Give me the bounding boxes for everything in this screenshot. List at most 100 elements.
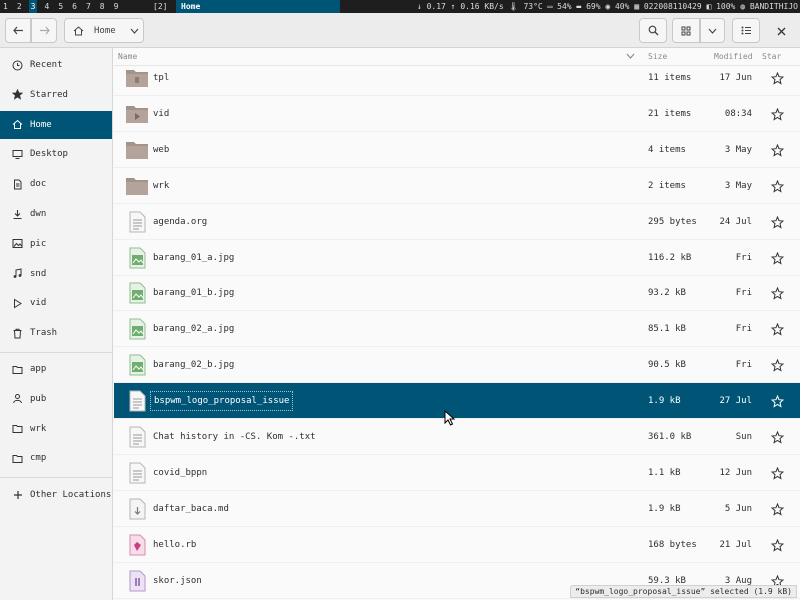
file-size: 2 items <box>648 180 686 191</box>
workspace-7[interactable]: 7 <box>84 0 93 13</box>
sidebar-item-label: Recent <box>30 60 63 70</box>
sidebar-bookmark-pub[interactable]: pub <box>0 385 112 413</box>
workspace-6[interactable]: 6 <box>70 0 79 13</box>
sidebar-item-home[interactable]: Home <box>0 110 112 139</box>
star-toggle-icon[interactable] <box>770 502 785 516</box>
file-modified: 27 Jul <box>719 396 752 407</box>
forward-button[interactable] <box>31 18 57 43</box>
text-file-icon <box>125 461 149 485</box>
file-modified: 21 Jul <box>719 539 752 550</box>
trash-icon <box>12 328 23 339</box>
sidebar-item-recent[interactable]: Recent <box>0 51 112 79</box>
sidebar-item-label: snd <box>30 268 47 279</box>
file-row[interactable]: bspwm_logo_proposal_issue 1.9 kB 27 Jul <box>114 383 800 420</box>
sidebar-item-label: dwn <box>30 209 47 219</box>
chevron-down-icon <box>708 28 717 34</box>
workspace-9[interactable]: 9 <box>112 0 121 13</box>
file-size: 90.5 kB <box>648 360 686 371</box>
file-name: tpl <box>153 73 170 83</box>
file-name: barang_01_b.jpg <box>153 288 235 299</box>
file-size: 4 items <box>648 144 686 155</box>
location-breadcrumb[interactable]: Home <box>64 18 144 43</box>
file-row[interactable]: barang_02_b.jpg 90.5 kB Fri <box>114 347 800 384</box>
file-row[interactable]: barang_02_a.jpg 85.1 kB Fri <box>114 311 800 348</box>
file-row[interactable]: barang_01_b.jpg 93.2 kB Fri <box>114 275 800 312</box>
file-name: Chat history in -CS. Kom -.txt <box>153 432 316 442</box>
grid-icon <box>681 26 691 35</box>
star-toggle-icon[interactable] <box>770 538 785 552</box>
sidebar-item-dwn[interactable]: dwn <box>0 200 112 228</box>
file-row[interactable]: hello.rb 168 bytes 21 Jul <box>114 527 800 563</box>
star-toggle-icon[interactable] <box>770 179 785 193</box>
star-toggle-icon[interactable] <box>770 430 785 444</box>
workspace-5[interactable]: 5 <box>56 0 65 13</box>
star-toggle-icon[interactable] <box>770 71 785 85</box>
file-row[interactable]: daftar_baca.md 1.9 kB 5 Jun <box>114 491 800 527</box>
file-modified: 08:34 <box>724 108 752 119</box>
star-toggle-icon[interactable] <box>770 322 785 336</box>
sidebar-item-doc[interactable]: doc <box>0 170 112 198</box>
star-toggle-icon[interactable] <box>770 107 785 121</box>
search-button[interactable] <box>639 18 667 43</box>
star-toggle-icon[interactable] <box>770 251 785 265</box>
file-row[interactable]: wrk 2 items 3 May <box>114 168 800 204</box>
star-toggle-icon[interactable] <box>770 466 785 480</box>
file-size: 21 items <box>648 108 692 119</box>
file-name: web <box>153 144 170 155</box>
file-modified: 3 May <box>724 144 752 155</box>
sidebar-item-label: Other Locations <box>30 490 112 500</box>
file-name: covid_bppn <box>153 467 208 478</box>
sidebar-item-vid[interactable]: vid <box>0 289 112 317</box>
star-toggle-icon[interactable] <box>770 358 785 372</box>
star-toggle-icon[interactable] <box>770 394 785 408</box>
file-row[interactable]: vid 21 items 08:34 <box>114 96 800 132</box>
ruby-file-icon <box>125 533 149 557</box>
window-title: Home <box>176 0 340 13</box>
view-grid-button[interactable] <box>672 18 700 43</box>
sidebar-item-label: wrk <box>30 423 47 434</box>
layout-indicator: [2] <box>153 2 168 11</box>
star-toggle-icon[interactable] <box>770 287 785 301</box>
file-row[interactable]: web 4 items 3 May <box>114 132 800 168</box>
file-modified: Fri <box>735 288 752 299</box>
workspace-3[interactable]: 3 <box>28 0 38 13</box>
sidebar-item-other-locations[interactable]: Other Locations <box>0 481 112 509</box>
menu-button[interactable] <box>732 18 760 43</box>
star-toggle-icon[interactable] <box>770 143 785 157</box>
sidebar-item-starred[interactable]: Starred <box>0 81 112 109</box>
sidebar-divider <box>0 352 112 353</box>
file-row[interactable]: tpl 11 items 17 Jun <box>114 60 800 96</box>
workspace-4[interactable]: 4 <box>42 0 51 13</box>
folder-icon <box>125 138 149 162</box>
file-row[interactable]: barang_01_a.jpg 116.2 kB Fri <box>114 240 800 276</box>
sidebar-bookmark-wrk[interactable]: wrk <box>0 415 112 443</box>
music-icon <box>12 268 23 279</box>
file-name: skor.json <box>153 575 202 586</box>
text-file-icon <box>125 210 149 234</box>
workspace-2[interactable]: 2 <box>15 0 24 13</box>
view-options-button[interactable] <box>700 18 725 43</box>
text-file-icon <box>125 389 149 413</box>
folder-video-icon <box>125 102 149 126</box>
sidebar-bookmark-app[interactable]: app <box>0 355 112 383</box>
close-button[interactable] <box>773 23 789 39</box>
sidebar-item-pic[interactable]: pic <box>0 230 112 258</box>
sidebar-item-desktop[interactable]: Desktop <box>0 140 112 168</box>
file-row[interactable]: Chat history in -CS. Kom -.txt 361.0 kB Su… <box>114 419 800 455</box>
sidebar-item-trash[interactable]: Trash <box>0 319 112 347</box>
sidebar: Recent Starred Home Desktop doc dwn pic snd vid T… <box>0 48 113 600</box>
back-button[interactable] <box>5 18 31 43</box>
file-row[interactable]: covid_bppn 1.1 kB 12 Jun <box>114 455 800 491</box>
sort-chevron-icon <box>626 53 635 59</box>
image-file-icon <box>125 281 149 305</box>
star-toggle-icon[interactable] <box>770 215 785 229</box>
file-size: 116.2 kB <box>648 252 692 263</box>
sidebar-item-snd[interactable]: snd <box>0 260 112 288</box>
sidebar-item-label: doc <box>30 179 47 190</box>
workspace-8[interactable]: 8 <box>98 0 107 13</box>
workspace-1[interactable]: 1 <box>1 0 10 13</box>
file-size: 361.0 kB <box>648 432 692 442</box>
search-icon <box>648 25 658 36</box>
sidebar-bookmark-cmp[interactable]: cmp <box>0 444 112 472</box>
file-row[interactable]: agenda.org 295 bytes 24 Jul <box>114 204 800 240</box>
